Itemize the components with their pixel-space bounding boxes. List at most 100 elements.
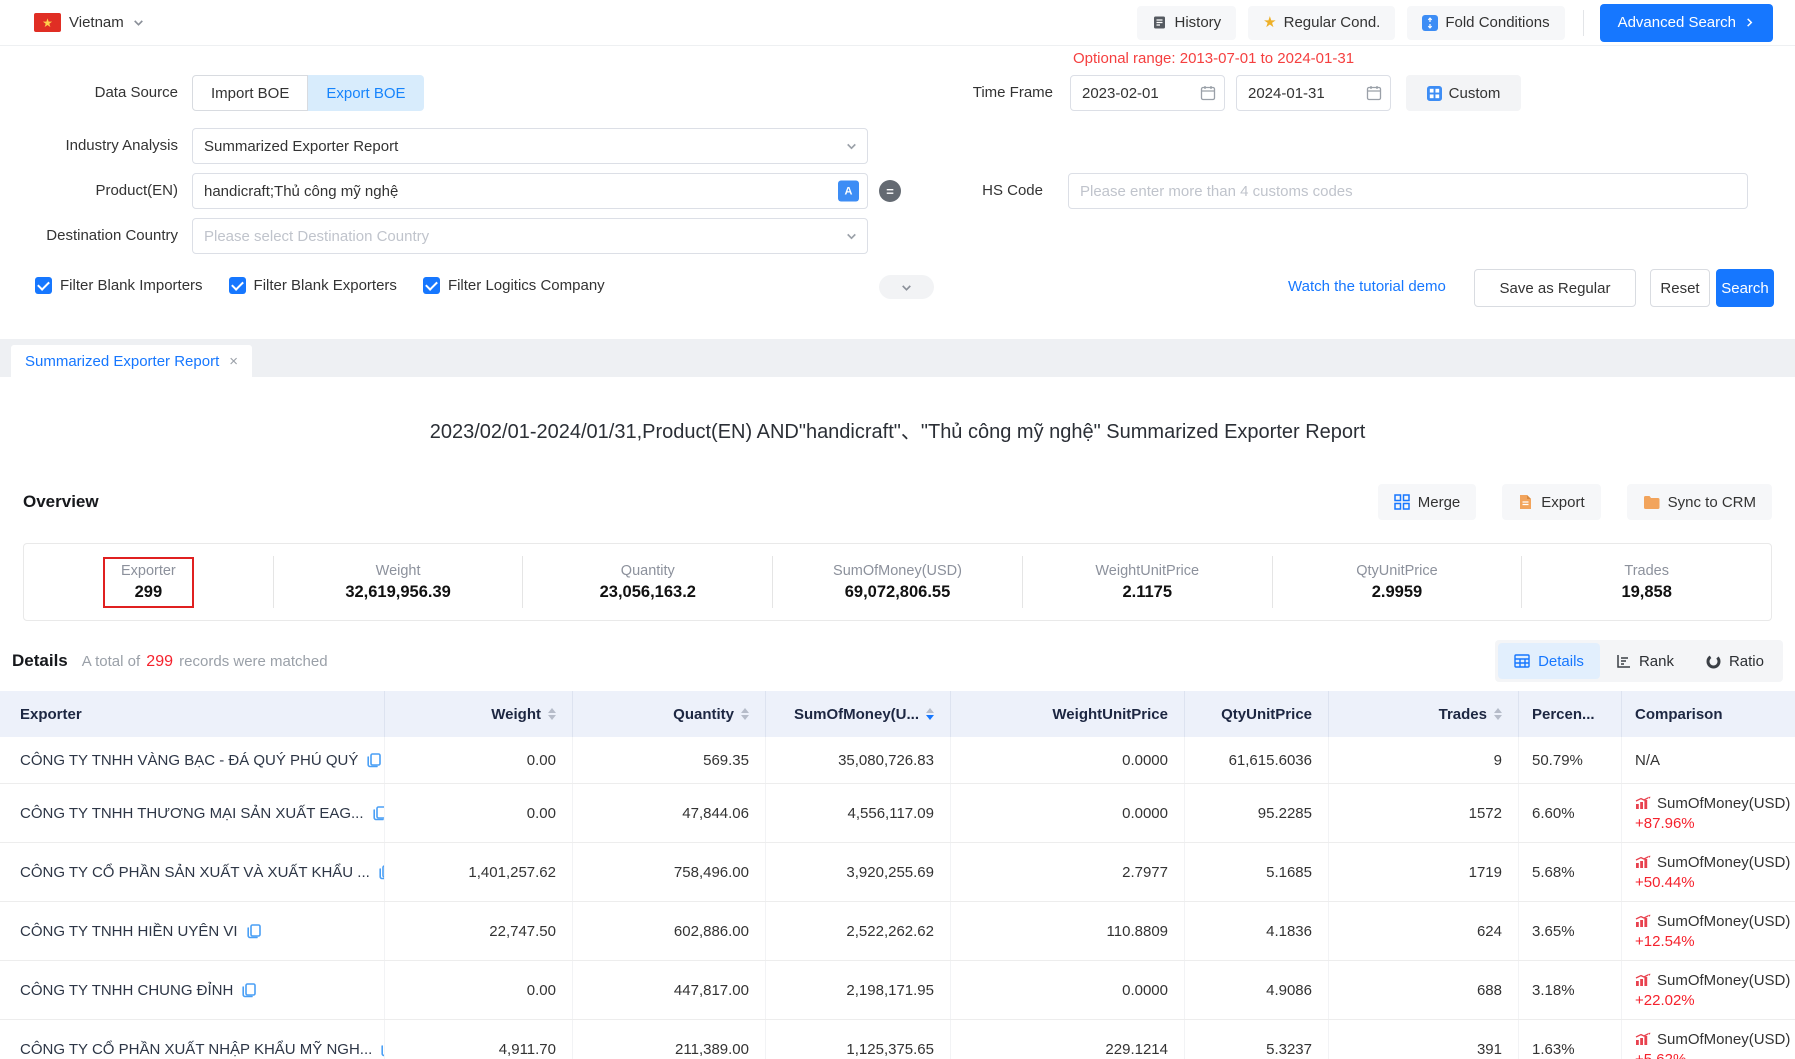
table-row: CÔNG TY CỔ PHẦN SẢN XUẤT VÀ XUẤT KHẨU ..… [0, 843, 1795, 902]
calendar-icon[interactable] [1366, 85, 1382, 101]
overview-stat: Weight 32,619,956.39 [273, 556, 523, 608]
optional-range-hint: Optional range: 2013-07-01 to 2024-01-31 [1073, 50, 1354, 67]
comparison-metric: SumOfMoney(USD) [1657, 972, 1790, 989]
qtyunitprice-cell: 4.1836 [1184, 902, 1328, 960]
table-row: CÔNG TY TNHH VÀNG BẠC - ĐÁ QUÝ PHÚ QUÝ 0… [0, 737, 1795, 784]
industry-analysis-label: Industry Analysis [0, 128, 178, 164]
translate-icon[interactable] [838, 181, 859, 202]
regular-cond-button[interactable]: ★ Regular Cond. [1248, 6, 1395, 40]
copy-icon[interactable] [373, 806, 384, 821]
trend-chart-icon [1635, 1032, 1651, 1046]
filter-checkbox[interactable]: Filter Blank Exporters [229, 277, 397, 294]
weight-cell: 0.00 [384, 737, 572, 783]
copy-icon[interactable] [367, 753, 381, 768]
import-boe-button[interactable]: Import BOE [192, 75, 308, 111]
circled-equals-icon[interactable] [879, 180, 901, 202]
collapse-conditions-button[interactable] [879, 275, 934, 299]
weightunitprice-cell: 110.8809 [950, 902, 1184, 960]
date-from-field [1070, 75, 1225, 111]
sync-to-crm-button[interactable]: Sync to CRM [1627, 484, 1772, 520]
search-button[interactable]: Search [1716, 269, 1774, 307]
copy-icon[interactable] [242, 983, 256, 998]
col-trades[interactable]: Trades [1328, 691, 1518, 737]
copy-icon[interactable] [247, 924, 261, 939]
checkbox-checked-icon[interactable] [229, 277, 246, 294]
sort-icon[interactable] [926, 708, 934, 720]
industry-analysis-select[interactable]: Summarized Exporter Report [192, 128, 868, 164]
tutorial-demo-link[interactable]: Watch the tutorial demo [1288, 277, 1446, 297]
details-header: Details A total of 299 records were matc… [12, 640, 1783, 682]
filter-checkbox[interactable]: Filter Logitics Company [423, 277, 605, 294]
export-doc-icon [1518, 494, 1533, 510]
sort-icon[interactable] [548, 708, 556, 720]
topbar-actions: History ★ Regular Cond. Fold Conditions … [1125, 4, 1773, 42]
hs-code-field [1068, 173, 1748, 209]
quantity-cell: 211,389.00 [572, 1020, 765, 1059]
trades-cell: 1719 [1328, 843, 1518, 901]
checkbox-checked-icon[interactable] [35, 277, 52, 294]
sumofmoney-cell: 4,556,117.09 [765, 784, 950, 842]
export-button[interactable]: Export [1502, 484, 1600, 520]
col-weightunitprice: WeightUnitPrice [950, 691, 1184, 737]
product-input[interactable] [192, 173, 868, 209]
view-rank-button[interactable]: Rank [1600, 643, 1690, 679]
col-qtyunitprice: QtyUnitPrice [1184, 691, 1328, 737]
view-details-button[interactable]: Details [1498, 643, 1600, 679]
chevron-down-icon [132, 16, 145, 29]
col-sumofmoney[interactable]: SumOfMoney(U... [765, 691, 950, 737]
sort-icon[interactable] [1494, 708, 1502, 720]
export-boe-button[interactable]: Export BOE [308, 75, 423, 111]
percent-cell: 3.65% [1518, 902, 1621, 960]
ratio-icon [1706, 654, 1721, 669]
comparison-cell: N/A [1621, 737, 1795, 783]
save-as-regular-button[interactable]: Save as Regular [1474, 269, 1636, 307]
weightunitprice-cell: 0.0000 [950, 737, 1184, 783]
calendar-icon[interactable] [1200, 85, 1216, 101]
overview-actions: Merge Export Sync to CRM [1378, 484, 1772, 520]
divider [1583, 10, 1584, 36]
destination-country-label: Destination Country [0, 218, 178, 254]
chevron-down-icon [845, 230, 858, 243]
product-field [192, 173, 868, 209]
col-comparison: Comparison [1621, 691, 1795, 737]
exporter-cell: CÔNG TY TNHH HIỀN UYÊN VI [0, 902, 384, 960]
rank-icon [1616, 654, 1631, 668]
weight-cell: 1,401,257.62 [384, 843, 572, 901]
chevron-down-icon [900, 281, 913, 294]
exporter-name: CÔNG TY TNHH CHUNG ĐỈNH [20, 982, 233, 999]
page: Vietnam History ★ Regular Cond. Fold Con… [0, 0, 1795, 1059]
advanced-search-button[interactable]: Advanced Search [1600, 4, 1773, 42]
history-button[interactable]: History [1137, 6, 1236, 40]
percent-cell: 6.60% [1518, 784, 1621, 842]
close-icon[interactable] [229, 354, 238, 369]
fold-conditions-button[interactable]: Fold Conditions [1407, 6, 1564, 40]
custom-range-button[interactable]: Custom [1406, 75, 1521, 111]
hs-code-input[interactable] [1068, 173, 1748, 209]
col-exporter: Exporter [0, 691, 384, 737]
date-to-field [1236, 75, 1391, 111]
quantity-cell: 602,886.00 [572, 902, 765, 960]
merge-button[interactable]: Merge [1378, 484, 1477, 520]
view-ratio-button[interactable]: Ratio [1690, 643, 1780, 679]
reset-button[interactable]: Reset [1650, 269, 1710, 307]
destination-country-select[interactable]: Please select Destination Country [192, 218, 868, 254]
comparison-cell: SumOfMoney(USD) +12.54% [1621, 902, 1795, 960]
col-quantity[interactable]: Quantity [572, 691, 765, 737]
weightunitprice-cell: 229.1214 [950, 1020, 1184, 1059]
quantity-cell: 569.35 [572, 737, 765, 783]
country-selector[interactable]: Vietnam [34, 13, 145, 32]
percent-cell: 1.63% [1518, 1020, 1621, 1059]
checkbox-checked-icon[interactable] [423, 277, 440, 294]
sort-icon[interactable] [741, 708, 749, 720]
filter-checkbox[interactable]: Filter Blank Importers [35, 277, 203, 294]
quantity-cell: 447,817.00 [572, 961, 765, 1019]
view-toggle-group: Details Rank Ratio [1495, 640, 1783, 682]
percent-cell: 3.18% [1518, 961, 1621, 1019]
exporter-cell: CÔNG TY TNHH THƯƠNG MẠI SẢN XUẤT EAG... [0, 784, 384, 842]
percent-cell: 50.79% [1518, 737, 1621, 783]
weight-cell: 4,911.70 [384, 1020, 572, 1059]
col-weight[interactable]: Weight [384, 691, 572, 737]
qtyunitprice-cell: 95.2285 [1184, 784, 1328, 842]
tab-summarized-exporter-report[interactable]: Summarized Exporter Report [11, 345, 252, 377]
sumofmoney-cell: 1,125,375.65 [765, 1020, 950, 1059]
